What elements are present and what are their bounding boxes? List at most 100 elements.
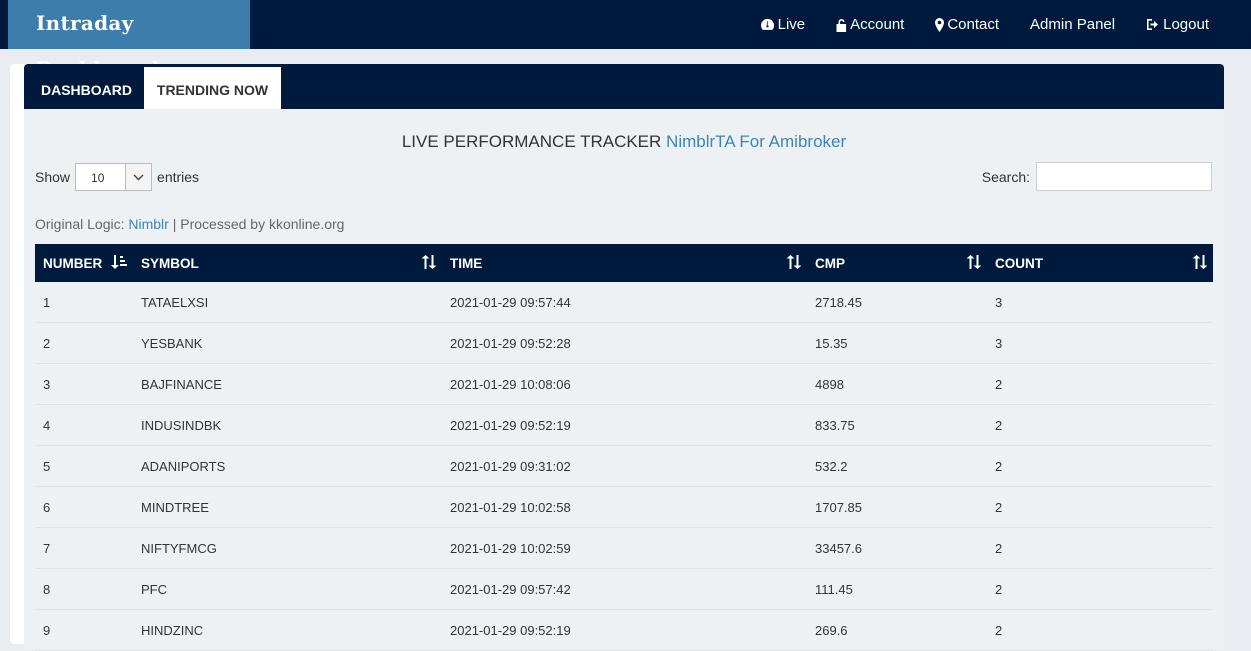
cell-number: 3 [35, 363, 133, 405]
table-row[interactable]: 3 BAJFINANCE 2021-01-29 10:08:06 4898 2 [35, 363, 1213, 405]
column-header-count[interactable]: COUNT [987, 244, 1213, 282]
column-header-number[interactable]: NUMBER [35, 244, 133, 282]
nav-admin-panel[interactable]: Admin Panel [1030, 16, 1115, 33]
column-header-count-label: COUNT [995, 255, 1043, 271]
cell-time: 2021-01-29 09:57:44 [442, 282, 807, 323]
table-row[interactable]: 4 INDUSINDBK 2021-01-29 09:52:19 833.75 2 [35, 404, 1213, 446]
nav-live[interactable]: Live [760, 16, 806, 33]
trending-table: NUMBER SYMBOL TIME CMP COUNT 1 TATAELXSI… [35, 244, 1213, 651]
sort-icon [786, 255, 801, 269]
tab-content: LIVE PERFORMANCE TRACKER NimblrTA For Am… [24, 109, 1224, 651]
cell-count: 2 [987, 445, 1213, 487]
cell-cmp: 269.6 [807, 609, 987, 651]
cell-number: 7 [35, 527, 133, 569]
search-control: Search: [982, 162, 1212, 191]
column-header-time[interactable]: TIME [442, 244, 807, 282]
cell-symbol: TATAELXSI [133, 282, 442, 323]
column-header-cmp[interactable]: CMP [807, 244, 987, 282]
cell-cmp: 15.35 [807, 322, 987, 364]
column-header-number-label: NUMBER [43, 255, 103, 271]
table-row[interactable]: 5 ADANIPORTS 2021-01-29 09:31:02 532.2 2 [35, 445, 1213, 487]
cell-cmp: 33457.6 [807, 527, 987, 569]
entries-value: 10 [91, 171, 105, 185]
show-label: Show [35, 169, 71, 185]
cell-cmp: 833.75 [807, 404, 987, 446]
sort-amount-asc-icon [111, 255, 127, 269]
nav-logout-label: Logout [1163, 16, 1209, 33]
entries-control: Show 10 entries [35, 163, 199, 191]
table-row[interactable]: 9 HINDZINC 2021-01-29 09:52:19 269.6 2 [35, 609, 1213, 651]
page-title-link[interactable]: NimblrTA For Amibroker [666, 132, 846, 151]
unlock-icon [836, 18, 847, 32]
sort-icon [1192, 255, 1207, 269]
cell-count: 2 [987, 568, 1213, 610]
table-body: 1 TATAELXSI 2021-01-29 09:57:44 2718.45 3 2 YE… [35, 282, 1213, 651]
nav-account-label: Account [850, 16, 905, 33]
cell-symbol: INDUSINDBK [133, 404, 442, 446]
tab-trending-now[interactable]: TRENDING NOW [144, 67, 281, 109]
cell-count: 2 [987, 527, 1213, 569]
brand-logo[interactable]: Intraday Dashboard [8, 0, 250, 81]
page-title-text: LIVE PERFORMANCE TRACKER [401, 132, 662, 151]
nav-account[interactable]: Account [836, 16, 904, 33]
cell-count: 2 [987, 363, 1213, 405]
cell-number: 2 [35, 322, 133, 364]
cell-count: 2 [987, 404, 1213, 446]
cell-count: 2 [987, 486, 1213, 528]
cell-time: 2021-01-29 09:57:42 [442, 568, 807, 610]
main-nav: Live Account Contact Admin Panel Logout [760, 0, 1251, 49]
cell-cmp: 532.2 [807, 445, 987, 487]
nimblr-link[interactable]: Nimblr [128, 216, 168, 232]
dashboard-icon [760, 18, 774, 30]
column-header-symbol[interactable]: SYMBOL [133, 244, 442, 282]
cell-cmp: 2718.45 [807, 282, 987, 323]
search-label: Search: [981, 168, 1030, 185]
cell-count: 3 [987, 282, 1213, 323]
table-row[interactable]: 6 MINDTREE 2021-01-29 10:02:58 1707.85 2 [35, 486, 1213, 528]
nav-admin-label: Admin Panel [1030, 16, 1116, 33]
tab-bar: DASHBOARD TRENDING NOW [24, 64, 1224, 109]
table-header-row: NUMBER SYMBOL TIME CMP COUNT [35, 244, 1213, 282]
table-row[interactable]: 1 TATAELXSI 2021-01-29 09:57:44 2718.45 3 [35, 282, 1213, 323]
cell-symbol: MINDTREE [133, 486, 442, 528]
cell-time: 2021-01-29 09:31:02 [442, 445, 807, 487]
logic-prefix: Original Logic: [35, 216, 125, 232]
cell-number: 8 [35, 568, 133, 610]
page-title: LIVE PERFORMANCE TRACKER NimblrTA For Am… [24, 132, 1224, 152]
cell-count: 3 [987, 322, 1213, 364]
cell-number: 4 [35, 404, 133, 446]
table-row[interactable]: 8 PFC 2021-01-29 09:57:42 111.45 2 [35, 568, 1213, 610]
cell-symbol: PFC [133, 568, 442, 610]
table-row[interactable]: 2 YESBANK 2021-01-29 09:52:28 15.35 3 [35, 322, 1213, 364]
top-navbar: Intraday Dashboard Live Account Contact … [0, 0, 1251, 81]
cell-time: 2021-01-29 09:52:28 [442, 322, 807, 364]
cell-time: 2021-01-29 09:52:19 [442, 609, 807, 651]
logic-suffix: | Processed by kkonline.org [168, 216, 345, 232]
sort-icon [966, 255, 981, 269]
entries-select[interactable]: 10 [75, 163, 153, 191]
cell-count: 2 [987, 609, 1213, 651]
search-input[interactable] [1036, 162, 1212, 191]
tab-dashboard[interactable]: DASHBOARD [41, 67, 132, 109]
sign-out-icon [1147, 19, 1159, 30]
sort-icon [421, 255, 436, 269]
cell-symbol: YESBANK [133, 322, 442, 364]
cell-cmp: 4898 [807, 363, 987, 405]
cell-cmp: 111.45 [807, 568, 987, 610]
nav-contact[interactable]: Contact [935, 16, 999, 33]
column-header-cmp-label: CMP [815, 255, 845, 271]
nav-logout[interactable]: Logout [1146, 16, 1209, 33]
column-header-time-label: TIME [450, 255, 483, 271]
table-row[interactable]: 7 NIFTYFMCG 2021-01-29 10:02:59 33457.6 2 [35, 527, 1213, 569]
cell-time: 2021-01-29 10:02:58 [442, 486, 807, 528]
logic-credit: Original Logic: Nimblr | Processed by kk… [35, 216, 344, 232]
cell-symbol: BAJFINANCE [133, 363, 442, 405]
cell-symbol: HINDZINC [133, 609, 442, 651]
column-header-symbol-label: SYMBOL [141, 255, 199, 271]
map-marker-icon [935, 17, 945, 32]
cell-time: 2021-01-29 10:02:59 [442, 527, 807, 569]
entries-label: entries [157, 169, 200, 185]
cell-number: 6 [35, 486, 133, 528]
nav-live-label: Live [777, 16, 806, 33]
cell-cmp: 1707.85 [807, 486, 987, 528]
